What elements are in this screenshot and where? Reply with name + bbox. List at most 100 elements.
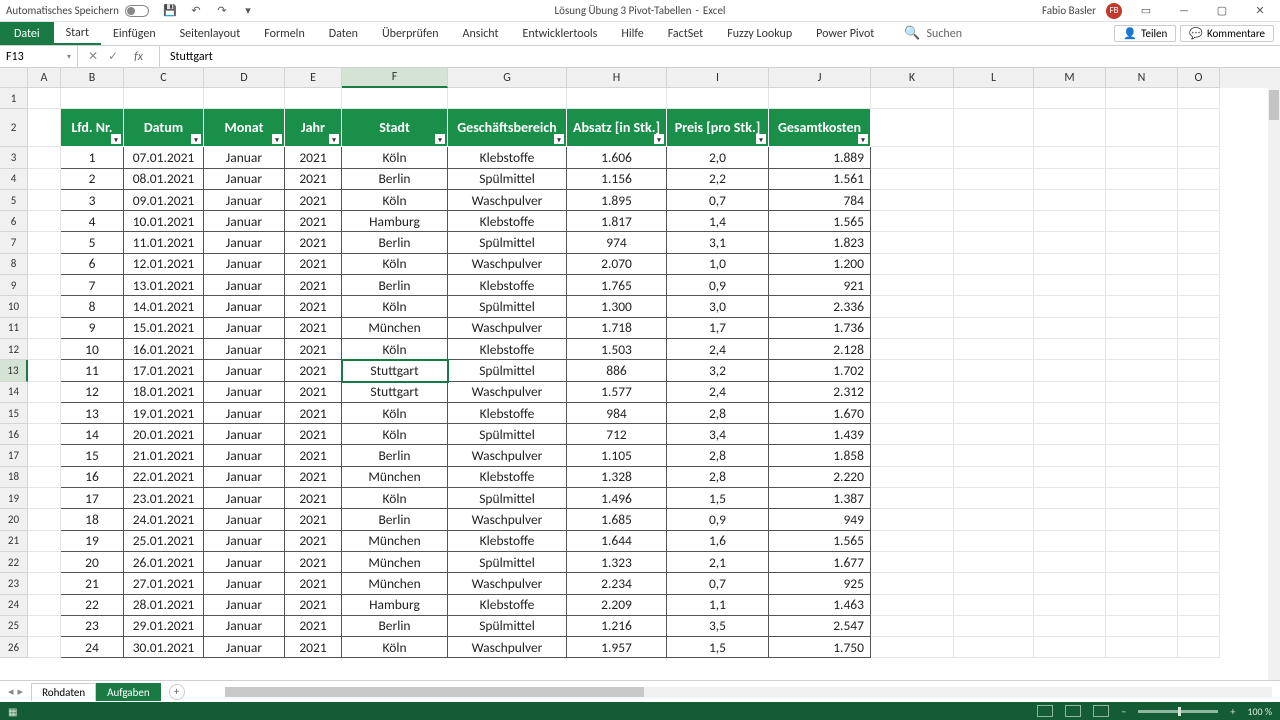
table-cell[interactable]: 1.561	[769, 169, 871, 190]
add-sheet-button[interactable]: +	[169, 684, 185, 700]
table-cell[interactable]: 13	[61, 403, 124, 424]
table-cell[interactable]: 2021	[285, 552, 342, 573]
cell[interactable]	[871, 318, 954, 339]
table-cell[interactable]: 2.234	[567, 573, 667, 594]
cell[interactable]	[1106, 88, 1178, 109]
table-cell[interactable]: Klebstoffe	[448, 275, 567, 296]
table-cell[interactable]: 1.565	[769, 531, 871, 552]
table-cell[interactable]: München	[342, 531, 448, 552]
table-cell[interactable]: Stuttgart	[342, 382, 448, 403]
table-cell[interactable]: 1.300	[567, 296, 667, 317]
row-header[interactable]: 7	[0, 232, 28, 253]
table-cell[interactable]: 1,1	[667, 595, 769, 616]
cell[interactable]	[871, 595, 954, 616]
cell[interactable]	[28, 190, 61, 211]
cell[interactable]	[871, 88, 954, 109]
cell[interactable]	[28, 467, 61, 488]
column-header[interactable]: B	[61, 68, 124, 88]
table-cell[interactable]: 18	[61, 509, 124, 530]
table-cell[interactable]: 2021	[285, 637, 342, 658]
table-cell[interactable]: 2.128	[769, 339, 871, 360]
table-cell[interactable]: 712	[567, 424, 667, 445]
tab-einfügen[interactable]: Einfügen	[101, 22, 168, 45]
zoom-in-icon[interactable]: +	[1230, 705, 1235, 718]
table-cell[interactable]: 2021	[285, 190, 342, 211]
table-cell[interactable]: 1.105	[567, 445, 667, 466]
cell[interactable]	[1178, 88, 1220, 109]
cell[interactable]	[1034, 595, 1106, 616]
cell[interactable]	[1178, 467, 1220, 488]
cell[interactable]	[1106, 552, 1178, 573]
table-cell[interactable]: Waschpulver	[448, 318, 567, 339]
cell[interactable]	[1106, 382, 1178, 403]
table-cell[interactable]: Januar	[204, 211, 285, 232]
cell[interactable]	[1034, 424, 1106, 445]
share-button[interactable]: 👤Teilen	[1114, 25, 1176, 42]
table-cell[interactable]: 14.01.2021	[124, 296, 204, 317]
autosave-toggle[interactable]: Automatisches Speichern	[6, 4, 149, 17]
table-cell[interactable]: Januar	[204, 424, 285, 445]
table-cell[interactable]: 7	[61, 275, 124, 296]
table-cell[interactable]: 30.01.2021	[124, 637, 204, 658]
column-header[interactable]: G	[448, 68, 567, 88]
cell[interactable]	[28, 382, 61, 403]
cell[interactable]	[28, 211, 61, 232]
cell[interactable]	[954, 531, 1034, 552]
tab-formeln[interactable]: Formeln	[252, 22, 316, 45]
row-header[interactable]: 10	[0, 296, 28, 317]
cell[interactable]	[28, 339, 61, 360]
cell[interactable]	[1178, 573, 1220, 594]
cell[interactable]	[871, 147, 954, 168]
cell[interactable]	[28, 360, 61, 381]
table-cell[interactable]: 22	[61, 595, 124, 616]
filter-dropdown-icon[interactable]: ▾	[554, 134, 564, 144]
cell[interactable]	[1178, 169, 1220, 190]
table-header-cell[interactable]: Gesamtkosten▾	[769, 109, 871, 147]
table-cell[interactable]: 2021	[285, 531, 342, 552]
filter-dropdown-icon[interactable]: ▾	[858, 134, 868, 144]
cell[interactable]	[1178, 190, 1220, 211]
cell[interactable]	[954, 552, 1034, 573]
table-cell[interactable]: Januar	[204, 382, 285, 403]
table-cell[interactable]: 25.01.2021	[124, 531, 204, 552]
table-cell[interactable]: 2021	[285, 232, 342, 253]
cell[interactable]	[1178, 595, 1220, 616]
cell[interactable]	[1178, 211, 1220, 232]
row-header[interactable]: 13	[0, 360, 28, 381]
row-header[interactable]: 4	[0, 169, 28, 190]
tab-hilfe[interactable]: Hilfe	[609, 22, 655, 45]
table-cell[interactable]: Spülmittel	[448, 552, 567, 573]
table-cell[interactable]: 6	[61, 254, 124, 275]
table-header-cell[interactable]: Stadt▾	[342, 109, 448, 147]
close-icon[interactable]: ✕	[1246, 2, 1274, 20]
table-cell[interactable]: 15	[61, 445, 124, 466]
table-cell[interactable]: Januar	[204, 488, 285, 509]
column-header[interactable]: L	[954, 68, 1034, 88]
table-cell[interactable]: Waschpulver	[448, 573, 567, 594]
table-cell[interactable]: 1.577	[567, 382, 667, 403]
table-cell[interactable]: Köln	[342, 403, 448, 424]
row-header[interactable]: 12	[0, 339, 28, 360]
cell[interactable]	[28, 318, 61, 339]
table-cell[interactable]: Köln	[342, 488, 448, 509]
column-header[interactable]: C	[124, 68, 204, 88]
tab-start[interactable]: Start	[54, 22, 101, 45]
table-cell[interactable]: 2021	[285, 573, 342, 594]
column-header[interactable]: N	[1106, 68, 1178, 88]
table-cell[interactable]: Januar	[204, 445, 285, 466]
table-cell[interactable]: 27.01.2021	[124, 573, 204, 594]
cell[interactable]	[871, 403, 954, 424]
cell[interactable]	[1106, 147, 1178, 168]
cell[interactable]	[1178, 445, 1220, 466]
table-cell[interactable]: 2021	[285, 318, 342, 339]
table-cell[interactable]: Januar	[204, 169, 285, 190]
table-header-cell[interactable]: Geschäftsbereich▾	[448, 109, 567, 147]
table-cell[interactable]: Köln	[342, 147, 448, 168]
cell[interactable]	[28, 595, 61, 616]
cell[interactable]	[1034, 360, 1106, 381]
cell[interactable]	[871, 211, 954, 232]
row-header[interactable]: 22	[0, 552, 28, 573]
cell[interactable]	[1106, 445, 1178, 466]
table-cell[interactable]: Januar	[204, 509, 285, 530]
table-cell[interactable]: Spülmittel	[448, 488, 567, 509]
